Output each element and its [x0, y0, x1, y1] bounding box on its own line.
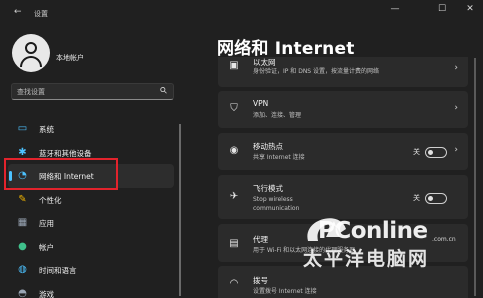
chevron-right-icon: ›	[454, 103, 458, 113]
sidebar-item-system[interactable]: ▭ 系统	[8, 117, 174, 141]
maximize-icon[interactable]: ☐	[433, 2, 451, 16]
card-title: 代理	[253, 235, 268, 244]
card-title: VPN	[253, 99, 269, 108]
sidebar-nav: ▭ 系统 ✱ 蓝牙和其他设备 ◔ 网络和 Internet ✎ 个性化 ▦ 应用…	[8, 117, 178, 298]
watermark-cn: 太平洋电脑网	[303, 248, 430, 270]
sidebar-item-accounts[interactable]: ● 帐户	[8, 235, 174, 259]
sidebar-item-label: 时间和语言	[39, 266, 77, 275]
sidebar-item-label: 系统	[39, 125, 54, 134]
airplane-toggle[interactable]	[425, 193, 447, 204]
proxy-icon: ▤	[229, 238, 239, 249]
person-icon: ●	[18, 240, 27, 252]
avatar-body	[20, 56, 42, 67]
sidebar-item-label: 个性化	[39, 195, 62, 205]
sidebar-item-label: 帐户	[39, 242, 54, 252]
ethernet-icon: ▣	[229, 60, 239, 71]
title-bar: ← 设置 — ☐ ✕	[0, 0, 483, 28]
card-subtitle: 身份验证，IP 和 DNS 设置，按流量计费的网络	[253, 68, 380, 75]
account-name: 本地帐户	[56, 54, 84, 62]
toggle-state-label: 关	[413, 148, 420, 156]
globe-icon: ◍	[18, 264, 27, 275]
sidebar-item-bluetooth[interactable]: ✱ 蓝牙和其他设备	[8, 141, 174, 165]
minimize-icon[interactable]: —	[386, 2, 404, 16]
card-subtitle: 添加、连接、管理	[253, 112, 302, 119]
watermark-brand: PConline	[318, 218, 428, 244]
apps-icon: ▦	[17, 217, 28, 228]
sidebar-item-personalization[interactable]: ✎ 个性化	[8, 188, 174, 212]
card-subtitle: 共享 Internet 连接	[253, 154, 305, 161]
avatar-head	[25, 42, 37, 54]
sidebar-scrollbar[interactable]	[179, 124, 181, 296]
dialup-icon: ◠	[229, 278, 239, 289]
gamepad-icon: ◓	[18, 287, 27, 298]
card-title: 拨号	[253, 276, 268, 285]
brush-icon: ✎	[18, 193, 27, 205]
chevron-right-icon: ›	[454, 63, 458, 73]
sidebar-item-label: 网络和 Internet	[39, 172, 94, 181]
app-title: 设置	[34, 10, 48, 18]
sidebar-item-gaming[interactable]: ◓ 游戏	[8, 282, 174, 298]
display-icon: ▭	[17, 123, 28, 134]
card-ethernet[interactable]: ▣ 以太网 身份验证，IP 和 DNS 设置，按流量计费的网络 ›	[218, 57, 468, 87]
chevron-right-icon: ›	[454, 145, 458, 155]
toggle-knob	[428, 196, 433, 201]
hotspot-toggle[interactable]	[425, 147, 447, 158]
sidebar-item-apps[interactable]: ▦ 应用	[8, 211, 174, 235]
sidebar-item-time-language[interactable]: ◍ 时间和语言	[8, 258, 174, 282]
search-icon[interactable]: ⚲	[159, 85, 171, 97]
main-scrollbar[interactable]	[474, 58, 476, 296]
bluetooth-icon: ✱	[18, 146, 27, 158]
sidebar-item-label: 游戏	[39, 289, 54, 298]
avatar[interactable]	[12, 34, 50, 72]
toggle-state-label: 关	[413, 194, 420, 202]
active-indicator	[9, 171, 12, 181]
sidebar-item-label: 应用	[39, 219, 54, 228]
watermark-url: .com.cn	[432, 236, 456, 243]
sidebar-item-network[interactable]: ◔ 网络和 Internet	[8, 164, 174, 188]
back-arrow-icon[interactable]: ←	[14, 7, 22, 17]
toggle-knob	[428, 150, 433, 155]
card-hotspot[interactable]: ◉ 移动热点 共享 Internet 连接 关 ›	[218, 133, 468, 170]
hotspot-icon: ◉	[229, 145, 239, 156]
airplane-icon: ✈	[229, 191, 239, 202]
close-icon[interactable]: ✕	[461, 2, 479, 16]
search-box[interactable]: ⚲	[11, 83, 174, 100]
card-title: 移动热点	[253, 142, 283, 151]
search-input[interactable]	[17, 87, 157, 97]
card-vpn[interactable]: ⛉ VPN 添加、连接、管理 ›	[218, 91, 468, 128]
vpn-shield-icon: ⛉	[230, 103, 238, 114]
card-title: 飞行模式	[253, 184, 283, 193]
page-title: 网络和 Internet	[217, 39, 355, 59]
wifi-icon: ◔	[18, 170, 27, 181]
sidebar-item-label: 蓝牙和其他设备	[39, 148, 92, 158]
